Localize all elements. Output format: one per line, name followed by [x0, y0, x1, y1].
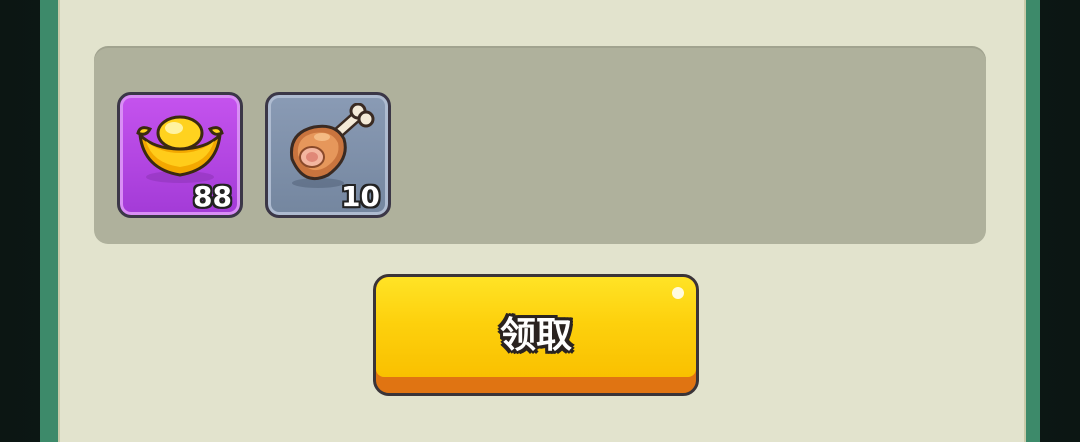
reward-item-meat[interactable]: 10 — [265, 92, 391, 218]
claim-button-label: 领取 — [499, 315, 572, 356]
claim-button[interactable]: 领取 — [373, 274, 699, 396]
reward-item-gold[interactable]: 88 — [117, 92, 243, 218]
reward-count: 10 — [341, 180, 380, 213]
reward-count: 88 — [193, 180, 232, 213]
game-screen: 88 10 领取 — [0, 0, 1080, 442]
